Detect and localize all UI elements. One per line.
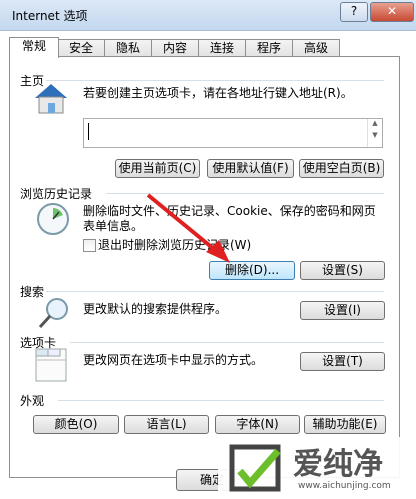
- watermark-name: 爱纯净: [293, 447, 383, 482]
- annotation-arrow-icon: [146, 193, 230, 263]
- watermark-url: www.aichunjing.com: [298, 481, 391, 491]
- watermark-mark-icon: [229, 444, 281, 492]
- tab-general[interactable]: 常规: [9, 37, 59, 58]
- watermark-logo: 爱纯净 www.aichunjing.com: [218, 437, 416, 499]
